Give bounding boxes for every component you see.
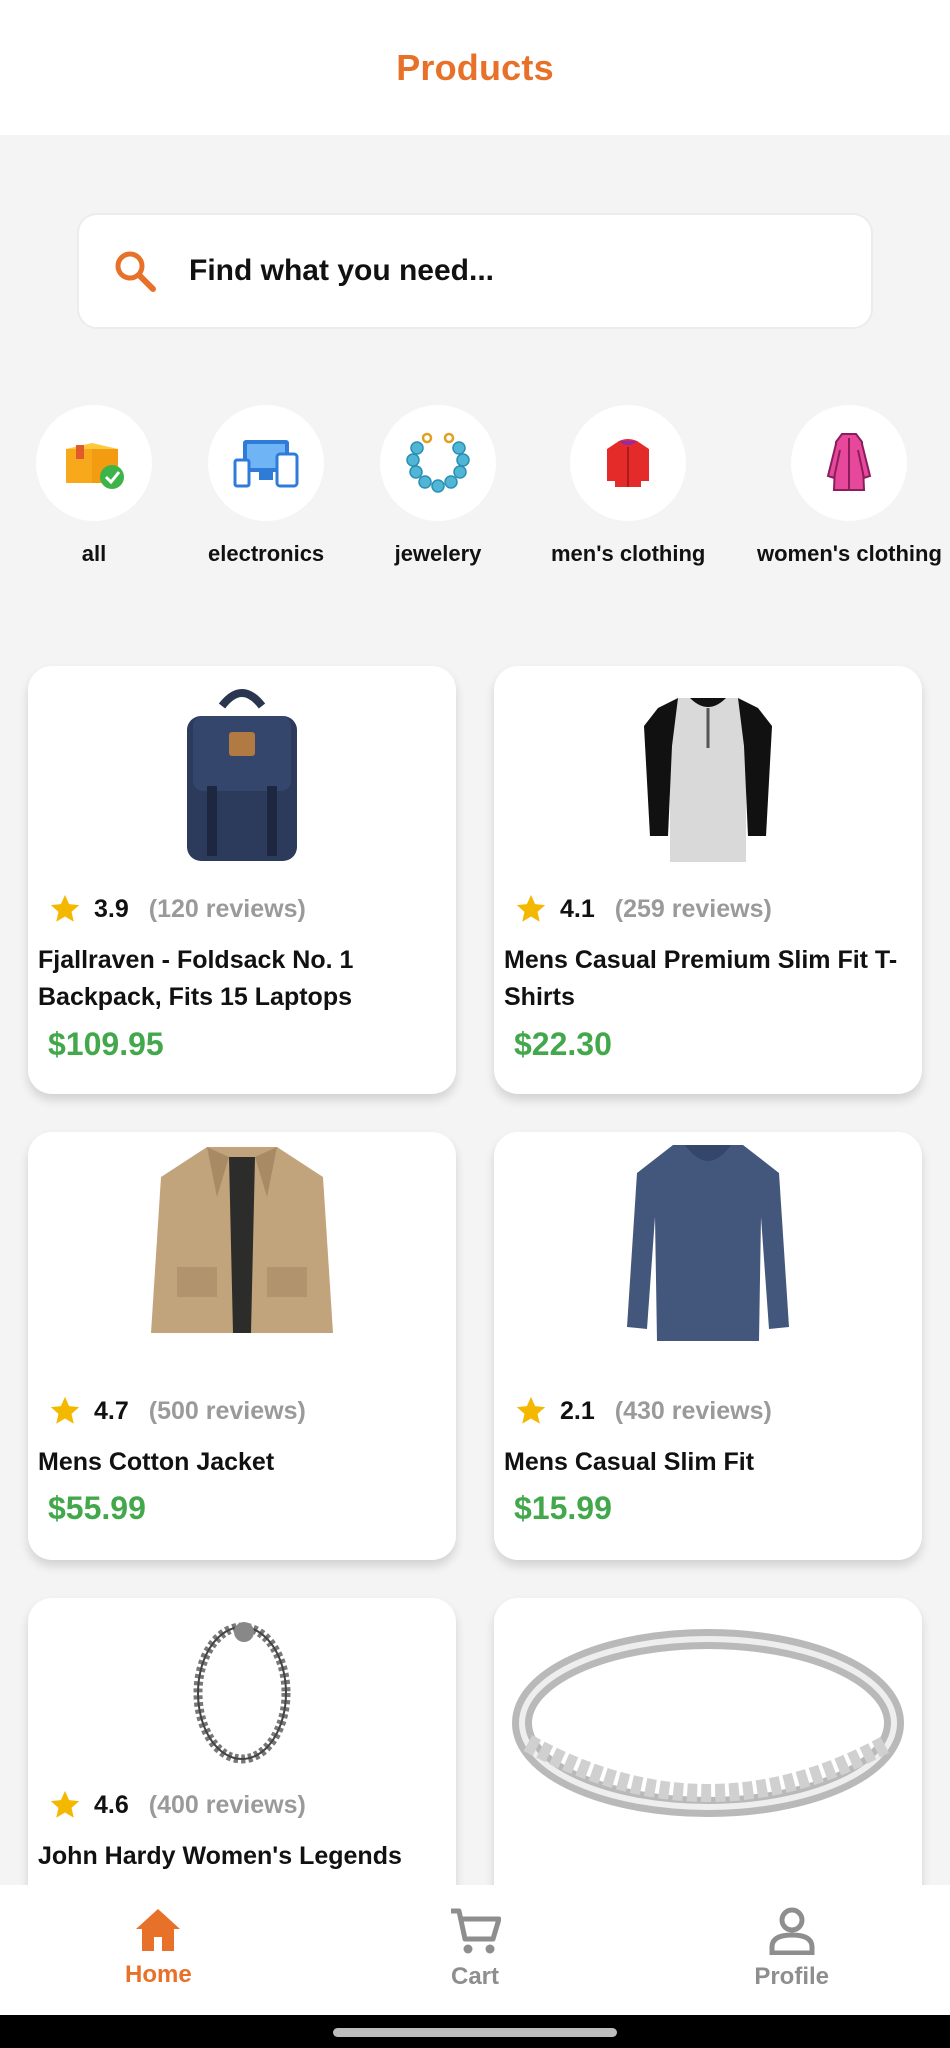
rating-value: 4.1 [560, 894, 595, 923]
nav-label: Cart [451, 1963, 500, 1990]
category-womens-clothing[interactable]: women's clothing [757, 405, 942, 567]
category-jewelery[interactable]: jewelery [380, 405, 496, 567]
product-price: $55.99 [48, 1490, 146, 1526]
nav-label: Home [124, 1961, 192, 1988]
devices-icon [233, 440, 299, 488]
box-check-icon [66, 443, 124, 489]
category-electronics[interactable]: electronics [208, 405, 324, 567]
ring-image [512, 1629, 904, 1817]
star-icon [50, 894, 80, 922]
longsleeve-image [627, 1145, 789, 1341]
search-icon [115, 251, 156, 292]
jacket-icon [607, 439, 650, 487]
review-count: (259 reviews) [614, 894, 772, 923]
product-image [494, 666, 922, 886]
product-rating: 4.6 (400 reviews) [48, 1788, 306, 1822]
nav-label: Profile [754, 1963, 830, 1990]
jacket-image [151, 1147, 333, 1333]
product-card[interactable]: 2.1 (430 reviews) Mens Casual Slim Fit $… [494, 1132, 922, 1560]
nav-profile[interactable]: Profile [633, 1885, 950, 2015]
review-count: (430 reviews) [614, 1396, 772, 1425]
nav-cart[interactable]: Cart [317, 1885, 634, 2015]
product-card[interactable]: 3.9 (120 reviews) Fjallraven - Foldsack … [28, 666, 456, 1094]
tshirt-image [644, 698, 772, 862]
review-count: (500 reviews) [148, 1396, 306, 1425]
home-gesture-handle[interactable] [333, 2028, 617, 2037]
bracelet-icon [406, 432, 470, 493]
nav-home[interactable]: Home [0, 1885, 317, 2015]
backpack-image [187, 689, 297, 861]
review-count: (120 reviews) [148, 894, 306, 923]
coat-icon [827, 433, 872, 491]
cart-icon [451, 1908, 501, 1954]
category-label: women's clothing [757, 541, 942, 566]
product-rating: 4.7 (500 reviews) [48, 1394, 306, 1428]
product-image [28, 1598, 456, 1788]
bottom-navigation: Home Cart Profile [0, 1885, 950, 2015]
rating-value: 3.9 [94, 894, 129, 923]
page-title: Products [396, 46, 554, 88]
category-circle[interactable] [570, 405, 687, 521]
category-label: all [81, 541, 107, 566]
bracelet-image [193, 1622, 291, 1764]
star-icon [516, 1396, 546, 1424]
product-title: Fjallraven - Foldsack No. 1 Backpack, Fi… [38, 946, 354, 1011]
category-circle[interactable] [208, 405, 325, 521]
product-image [494, 1132, 922, 1352]
search-bar[interactable] [77, 213, 873, 329]
product-rating: 2.1 (430 reviews) [514, 1394, 772, 1428]
product-title: Mens Cotton Jacket [38, 1448, 275, 1476]
category-label: jewelery [394, 541, 482, 566]
home-icon [136, 1909, 181, 1951]
rating-value: 4.6 [94, 1790, 129, 1819]
product-price: $22.30 [514, 1026, 612, 1062]
product-title: Mens Casual Slim Fit [504, 1448, 755, 1476]
profile-icon [769, 1907, 815, 1955]
star-icon [50, 1790, 80, 1818]
product-price: $15.99 [514, 1490, 612, 1526]
app-bar: Products [0, 0, 950, 135]
product-title: Mens Casual Premium Slim Fit T-Shirts [504, 946, 898, 1011]
product-card[interactable]: 4.1 (259 reviews) Mens Casual Premium Sl… [494, 666, 922, 1094]
product-image [28, 1132, 456, 1352]
star-icon [516, 894, 546, 922]
product-price: $109.95 [48, 1026, 164, 1062]
category-list[interactable]: all electronics jewelery men's clothing … [0, 405, 950, 575]
system-navigation-bar [0, 2015, 950, 2048]
star-icon [50, 1396, 80, 1424]
category-circle[interactable] [36, 405, 152, 521]
search-input[interactable] [189, 254, 789, 288]
product-image [28, 666, 456, 886]
product-card[interactable]: 4.7 (500 reviews) Mens Cotton Jacket $55… [28, 1132, 456, 1560]
rating-value: 4.7 [94, 1396, 129, 1425]
category-circle[interactable] [380, 405, 496, 521]
category-mens-clothing[interactable]: men's clothing [551, 405, 705, 567]
category-label: men's clothing [551, 541, 706, 566]
category-all[interactable]: all [36, 405, 152, 567]
product-image [494, 1598, 922, 1838]
category-label: electronics [208, 541, 325, 566]
product-rating: 3.9 (120 reviews) [48, 892, 306, 926]
category-circle[interactable] [791, 405, 908, 521]
review-count: (400 reviews) [148, 1790, 306, 1819]
product-title: John Hardy Women's Legends [38, 1842, 402, 1870]
rating-value: 2.1 [560, 1396, 595, 1425]
product-rating: 4.1 (259 reviews) [514, 892, 772, 926]
